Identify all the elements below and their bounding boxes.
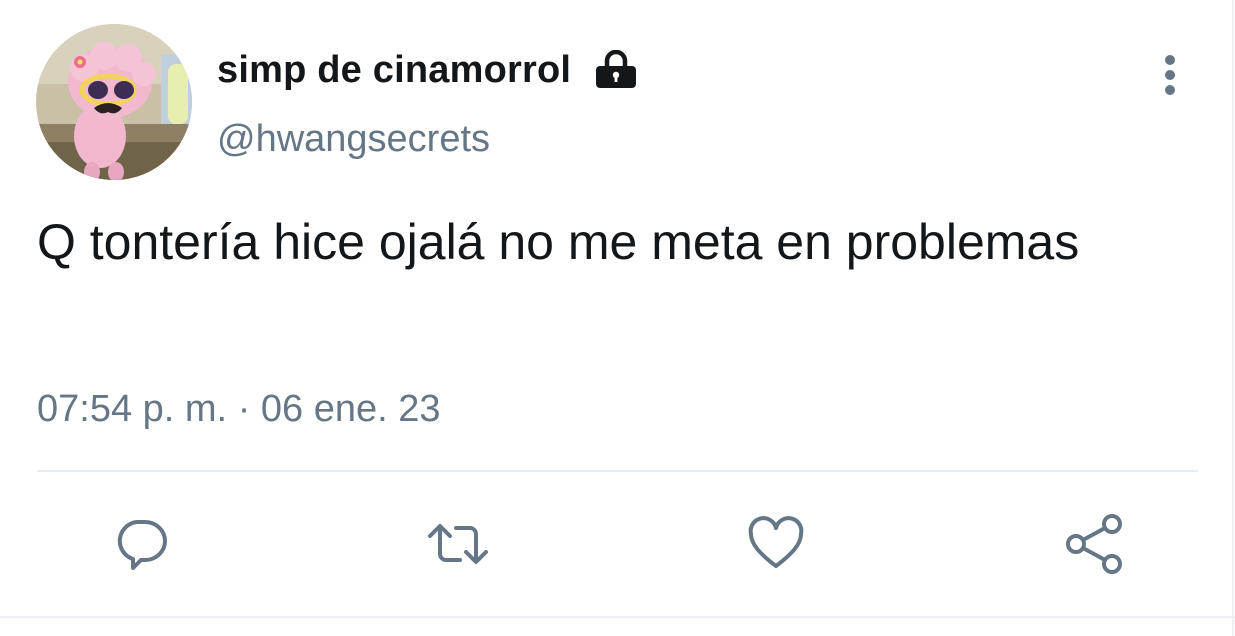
lock-icon: [596, 50, 637, 88]
more-vertical-icon: [1165, 55, 1175, 95]
avatar-image: [36, 24, 192, 180]
bottom-border: [0, 616, 1235, 618]
retweet-icon: [428, 524, 488, 564]
display-name-row: simp de cinamorrol: [217, 46, 639, 94]
avatar[interactable]: [36, 24, 192, 180]
display-name[interactable]: simp de cinamorrol: [217, 49, 571, 92]
user-handle[interactable]: @hwangsecrets: [217, 118, 490, 161]
reply-icon: [117, 520, 167, 570]
timestamp[interactable]: 07:54 p. m. · 06 ene. 23: [37, 388, 441, 431]
tweet-time: 07:54 p. m.: [37, 388, 228, 430]
timestamp-separator: ·: [237, 388, 251, 430]
tweet-card: simp de cinamorrol @hwangsecrets Q tonte…: [0, 0, 1235, 636]
share-icon: [1066, 514, 1122, 574]
tweet-date: 06 ene. 23: [260, 388, 441, 430]
more-options-button[interactable]: [1152, 50, 1188, 100]
divider: [37, 470, 1198, 472]
tweet-text: Q tontería hice ojalá no me meta en prob…: [37, 214, 1080, 270]
share-button[interactable]: [1058, 508, 1130, 580]
reply-button[interactable]: [108, 508, 180, 580]
heart-icon: [748, 516, 804, 568]
retweet-button[interactable]: [422, 508, 494, 580]
right-border: [1232, 0, 1234, 636]
like-button[interactable]: [740, 508, 812, 580]
